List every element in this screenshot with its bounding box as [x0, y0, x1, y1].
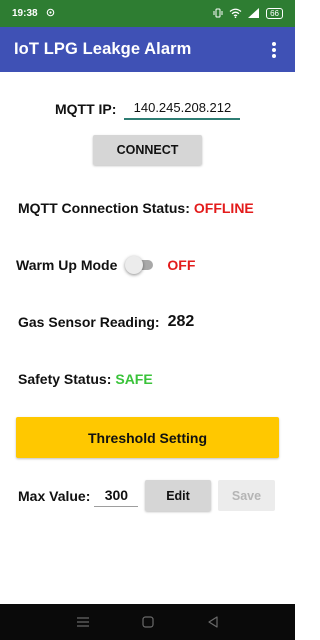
signal-icon — [248, 7, 260, 20]
status-bar: 19:38 66 — [0, 0, 295, 27]
recent-apps-icon[interactable] — [73, 612, 93, 632]
max-value-label: Max Value: — [18, 488, 91, 504]
warm-up-switch[interactable] — [125, 256, 154, 274]
safety-status-label: Safety Status: — [18, 371, 112, 387]
switch-thumb — [125, 256, 144, 274]
safety-status-value: SAFE — [115, 371, 153, 387]
status-time: 19:38 — [12, 8, 38, 19]
sync-icon — [46, 8, 55, 20]
warm-up-state: OFF — [167, 257, 196, 273]
battery-icon: 66 — [266, 8, 283, 19]
save-button[interactable]: Save — [218, 480, 275, 511]
mqtt-ip-row: MQTT IP: — [55, 98, 241, 120]
gas-reading-row: Gas Sensor Reading: 282 — [18, 313, 194, 331]
more-vert-icon[interactable] — [267, 40, 281, 60]
wifi-icon — [229, 8, 242, 20]
connect-button[interactable]: CONNECT — [93, 135, 202, 165]
safety-status-row: Safety Status: SAFE — [18, 371, 153, 387]
threshold-setting-button[interactable]: Threshold Setting — [16, 417, 279, 458]
edit-button[interactable]: Edit — [145, 480, 211, 511]
battery-level: 66 — [270, 9, 279, 18]
gas-reading-label: Gas Sensor Reading: — [18, 314, 160, 330]
app-bar: IoT LPG Leakge Alarm — [0, 27, 295, 72]
vibrate-icon — [213, 8, 223, 20]
mqtt-ip-input[interactable] — [124, 98, 241, 120]
max-value-row: Max Value: — [18, 485, 139, 507]
connection-status-label: MQTT Connection Status: — [18, 200, 190, 216]
mqtt-ip-label: MQTT IP: — [55, 101, 117, 117]
gas-reading-value: 282 — [167, 313, 195, 330]
warm-up-label: Warm Up Mode — [16, 257, 118, 273]
home-icon[interactable] — [138, 612, 158, 632]
app-title: IoT LPG Leakge Alarm — [14, 40, 192, 58]
connection-status-value: OFFLINE — [193, 200, 254, 216]
warm-up-row: Warm Up Mode OFF — [16, 256, 196, 274]
max-value-input[interactable] — [94, 485, 139, 507]
navigation-bar — [0, 604, 295, 640]
connection-status-row: MQTT Connection Status: OFFLINE — [18, 200, 254, 216]
back-icon[interactable] — [203, 612, 223, 632]
